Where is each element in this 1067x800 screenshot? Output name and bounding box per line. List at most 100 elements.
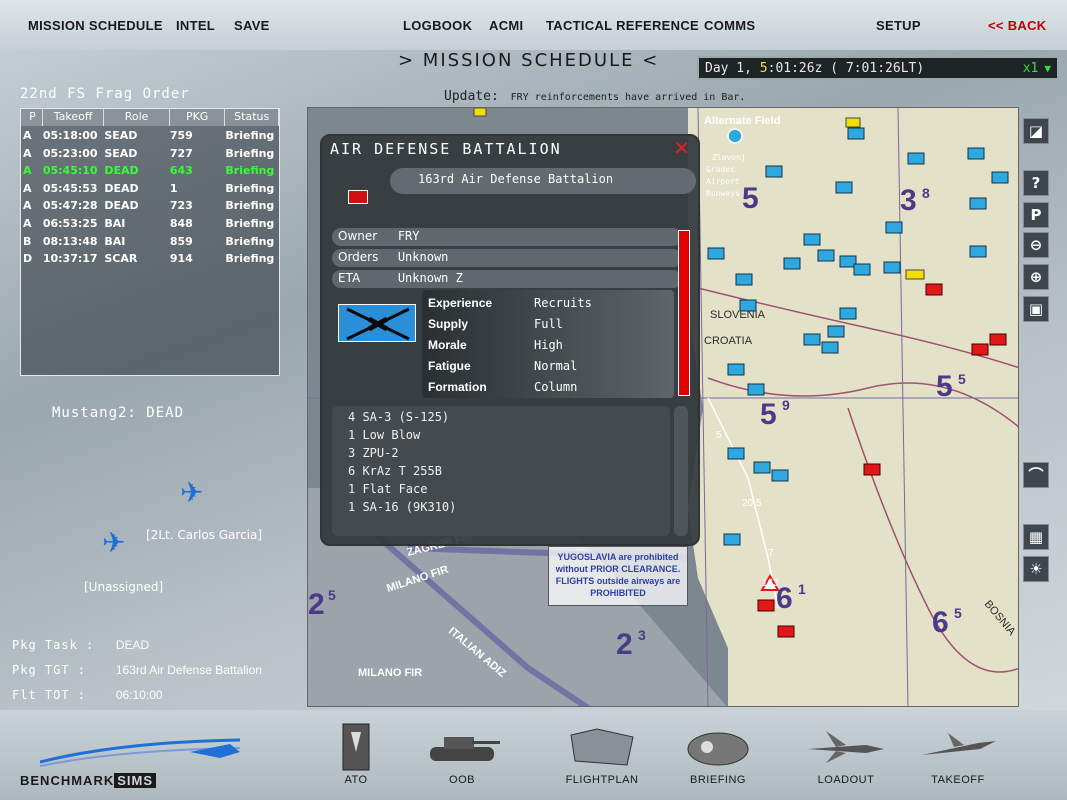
row-priority: A [23, 181, 32, 195]
friendly-unit[interactable] [817, 249, 835, 262]
friendly-unit[interactable] [821, 341, 839, 354]
friendly-unit[interactable] [723, 533, 741, 546]
row-pkg: 859 [169, 234, 193, 248]
region-label: 5 [760, 398, 777, 431]
friendly-unit[interactable] [803, 333, 821, 346]
time-compression[interactable]: x1 [1023, 61, 1039, 76]
pkg-task-label: Pkg Task : [12, 638, 95, 652]
friendly-unit[interactable] [991, 171, 1009, 184]
clock-zulu: :01:26z [767, 60, 823, 76]
row-status: Briefing [225, 252, 275, 266]
friendly-unit[interactable] [853, 263, 871, 276]
friendly-unit[interactable] [727, 363, 745, 376]
close-icon[interactable]: ✕ [673, 136, 690, 160]
menu-tactical-reference[interactable]: TACTICAL REFERENCE [546, 18, 699, 33]
zoom-in-icon[interactable]: ⊕ [1023, 264, 1049, 290]
friendly-unit[interactable] [967, 147, 985, 160]
alternate-field-label: Alternate Field [704, 115, 780, 127]
friendly-unit[interactable] [969, 197, 987, 210]
friendly-unit[interactable] [839, 307, 857, 320]
enemy-unit[interactable] [777, 625, 795, 638]
col-header-p[interactable]: P [21, 109, 43, 126]
region-label: 6 [932, 606, 949, 639]
orders-value: Unknown [397, 250, 449, 264]
chevron-down-icon[interactable]: ▼ [1044, 62, 1051, 75]
friendly-unit[interactable] [735, 273, 753, 286]
friendly-unit[interactable] [783, 257, 801, 270]
table-row[interactable]: A 05:45:53 DEAD 1 Briefing [21, 182, 279, 200]
equipment-list[interactable]: 4 SA-3 (S-125) 1 Low Blow 3 ZPU-2 6 KrAz… [332, 406, 670, 536]
yellow-unit[interactable] [845, 117, 861, 128]
menu-save[interactable]: SAVE [234, 18, 270, 33]
friendly-unit[interactable] [753, 461, 771, 474]
table-row-selected[interactable]: A 05:45:10 DEAD 643 Briefing [21, 164, 279, 182]
menu-intel[interactable]: INTEL [176, 18, 215, 33]
menu-comms[interactable]: COMMS [704, 18, 755, 33]
flightplan-button[interactable]: FLIGHTPLAN [554, 720, 650, 796]
formation-label: Formation [428, 380, 487, 394]
weather-icon[interactable]: ☀ [1023, 556, 1049, 582]
back-button[interactable]: << BACK [988, 18, 1046, 33]
friendly-unit[interactable] [707, 247, 725, 260]
airport-line: Zlavonj [712, 153, 746, 162]
col-header-status[interactable]: Status [225, 109, 279, 126]
briefing-button[interactable]: BRIEFING [670, 720, 766, 796]
table-row[interactable]: A 05:47:28 DEAD 723 Briefing [21, 199, 279, 217]
friendly-unit[interactable] [883, 261, 901, 274]
friendly-unit[interactable] [907, 152, 925, 165]
friendly-unit[interactable] [771, 469, 789, 482]
col-header-takeoff[interactable]: Takeoff [43, 109, 105, 126]
row-role: DEAD [104, 164, 139, 178]
friendly-unit[interactable] [827, 325, 845, 338]
col-header-role[interactable]: Role [104, 109, 170, 126]
table-row[interactable]: A 05:23:00 SEAD 727 Briefing [21, 147, 279, 165]
table-row[interactable]: B 08:13:48 BAI 859 Briefing [21, 235, 279, 253]
friendly-unit[interactable] [747, 383, 765, 396]
yellow-unit[interactable] [473, 108, 487, 117]
friendly-unit[interactable] [803, 233, 821, 246]
pilot2-name[interactable]: [Unassigned] [84, 580, 163, 594]
friendly-unit[interactable] [847, 127, 865, 140]
friendly-unit[interactable] [835, 181, 853, 194]
pilot2-jet-icon[interactable]: ✈ [102, 526, 125, 559]
menu-mission-schedule[interactable]: MISSION SCHEDULE [28, 18, 163, 33]
friendly-unit[interactable] [969, 245, 987, 258]
fit-map-icon[interactable]: ▣ [1023, 296, 1049, 322]
friendly-unit[interactable] [765, 165, 783, 178]
table-row[interactable]: A 05:18:00 SEAD 759 Briefing [21, 129, 279, 147]
oob-button[interactable]: OOB [414, 720, 510, 796]
equipment-scrollbar[interactable] [674, 406, 688, 536]
region-label: 3 [900, 184, 917, 217]
menu-setup[interactable]: SETUP [876, 18, 921, 33]
yellow-unit[interactable] [905, 269, 925, 280]
enemy-unit[interactable] [989, 333, 1007, 346]
top-menu-bar: MISSION SCHEDULE INTEL SAVE LOGBOOK ACMI… [0, 0, 1067, 50]
friendly-unit[interactable] [885, 221, 903, 234]
menu-logbook[interactable]: LOGBOOK [403, 18, 472, 33]
route-label: 7 [768, 548, 774, 559]
pilot1-jet-icon[interactable]: ✈ [180, 476, 203, 509]
ato-button[interactable]: ATO [308, 720, 404, 796]
enemy-unit[interactable] [863, 463, 881, 476]
enemy-unit[interactable] [757, 599, 775, 612]
flt-tot-value: 06:10:00 [115, 688, 163, 702]
friendly-unit[interactable] [727, 447, 745, 460]
enemy-unit[interactable] [925, 283, 943, 296]
col-header-pkg[interactable]: PKG [170, 109, 226, 126]
loadout-button[interactable]: LOADOUT [798, 720, 894, 796]
row-priority: A [23, 199, 32, 213]
menu-acmi[interactable]: ACMI [489, 18, 523, 33]
table-row[interactable]: A 06:53:25 BAI 848 Briefing [21, 217, 279, 235]
table-row[interactable]: D 10:37:17 SCAR 914 Briefing [21, 252, 279, 270]
airport-icon[interactable] [727, 128, 743, 144]
map-layers-icon[interactable]: ◪ [1023, 118, 1049, 144]
threat-rings-icon[interactable]: ⌒ [1023, 462, 1049, 488]
takeoff-button[interactable]: TAKEOFF [910, 720, 1006, 796]
p-button[interactable]: P [1023, 202, 1049, 228]
help-button[interactable]: ? [1023, 170, 1049, 196]
unit-filter-icon[interactable]: ▦ [1023, 524, 1049, 550]
enemy-unit[interactable] [971, 343, 989, 356]
pilot1-name[interactable]: [2Lt. Carlos Garcia] [146, 528, 262, 542]
row-role: SEAD [104, 129, 138, 142]
zoom-out-icon[interactable]: ⊖ [1023, 232, 1049, 258]
